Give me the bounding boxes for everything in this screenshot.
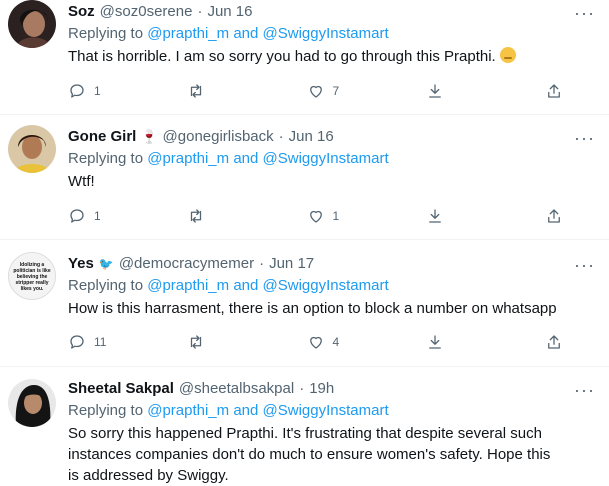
timestamp[interactable]: Jun 16 (207, 2, 252, 22)
like-icon (309, 85, 322, 98)
more-options-icon[interactable]: ··· (574, 4, 595, 22)
retweet-icon (191, 335, 202, 349)
share-icon (548, 84, 560, 98)
mention-links[interactable]: @prapthi_m and @SwiggyInstamart (147, 402, 388, 419)
avatar[interactable]: Idolizing a politician is like believing… (8, 252, 56, 300)
avatar-caption: Idolizing a politician is like believing… (13, 262, 51, 292)
reply-icon (70, 84, 84, 98)
more-options-icon[interactable]: ··· (574, 381, 595, 399)
like-count: 4 (332, 335, 340, 349)
reply-feed: Soz @soz0serene · Jun 16 Replying to @pr… (0, 0, 609, 485)
download-icon (428, 335, 441, 349)
user-handle[interactable]: @sheetalbsakpal (179, 379, 294, 399)
display-name[interactable]: Sheetal Sakpal (68, 379, 174, 399)
tweet-header: Gone Girl 🍷 @gonegirlisback · Jun 16 (68, 127, 597, 147)
tweet[interactable]: Idolizing a politician is like believing… (0, 240, 609, 367)
separator-dot: · (259, 255, 265, 272)
share-button[interactable] (545, 207, 569, 225)
replying-to: Replying to @prapthi_m and @SwiggyInstam… (68, 24, 597, 44)
bird-emoji-icon: 🐦 (98, 257, 114, 271)
like-button[interactable]: 1 (307, 207, 397, 225)
display-name[interactable]: Soz (68, 2, 95, 22)
avatar[interactable] (8, 125, 56, 173)
tweet[interactable]: Soz @soz0serene · Jun 16 Replying to @pr… (0, 0, 609, 115)
share-button[interactable] (545, 82, 569, 100)
like-button[interactable]: 7 (307, 82, 397, 100)
separator-dot: · (197, 3, 203, 20)
replying-to-label: Replying to (68, 150, 144, 167)
like-icon (309, 336, 322, 349)
tweet-actions: 11 4 (68, 333, 569, 351)
reply-count: 11 (94, 335, 107, 349)
separator-dot: · (278, 128, 284, 145)
relieved-face-emoji-icon (499, 47, 516, 63)
download-button[interactable] (426, 207, 516, 225)
reply-count: 1 (94, 84, 101, 98)
replying-to-label: Replying to (68, 25, 144, 42)
like-button[interactable]: 4 (307, 333, 397, 351)
like-count: 7 (332, 84, 340, 98)
tweet-header: Yes 🐦 @democracymemer · Jun 17 (68, 254, 597, 274)
display-name[interactable]: Yes (68, 254, 94, 274)
more-options-icon[interactable]: ··· (574, 129, 595, 147)
like-count: 1 (332, 209, 340, 223)
replying-to: Replying to @prapthi_m and @SwiggyInstam… (68, 149, 597, 169)
replying-to: Replying to @prapthi_m and @SwiggyInstam… (68, 276, 597, 296)
share-icon (548, 335, 560, 349)
like-icon (309, 210, 322, 223)
download-button[interactable] (426, 333, 516, 351)
tweet-text: So sorry this happened Prapthi. It's fru… (68, 425, 551, 484)
tweet-text-body: That is horrible. I am so sorry you had … (68, 48, 496, 65)
share-icon (548, 209, 560, 223)
timestamp[interactable]: 19h (309, 379, 334, 399)
tweet-actions: 1 7 (68, 82, 569, 100)
display-name[interactable]: Gone Girl (68, 127, 136, 147)
replying-to-label: Replying to (68, 277, 144, 294)
reply-button[interactable]: 1 (68, 82, 158, 100)
download-button[interactable] (426, 82, 516, 100)
reply-count: 1 (94, 209, 101, 223)
more-options-icon[interactable]: ··· (574, 256, 595, 274)
retweet-button[interactable] (187, 207, 277, 225)
tweet[interactable]: Sheetal Sakpal @sheetalbsakpal · 19h Rep… (0, 367, 609, 485)
reply-icon (70, 335, 84, 349)
user-handle[interactable]: @soz0serene (100, 2, 193, 22)
download-icon (428, 84, 441, 98)
tweet-header: Sheetal Sakpal @sheetalbsakpal · 19h (68, 379, 597, 399)
reply-button[interactable]: 11 (68, 333, 158, 351)
download-icon (428, 209, 441, 223)
timestamp[interactable]: Jun 16 (289, 127, 334, 147)
mention-links[interactable]: @prapthi_m and @SwiggyInstamart (147, 277, 388, 294)
replying-to-label: Replying to (68, 402, 144, 419)
replying-to: Replying to @prapthi_m and @SwiggyInstam… (68, 401, 597, 421)
wine-glass-emoji-icon: 🍷 (141, 129, 158, 144)
tweet-text: That is horrible. I am so sorry you had … (68, 46, 597, 67)
tweet-header: Soz @soz0serene · Jun 16 (68, 2, 597, 22)
retweet-icon (191, 84, 202, 98)
user-handle[interactable]: @gonegirlisback (163, 127, 274, 147)
tweet-actions: 1 1 (68, 207, 569, 225)
separator-dot: · (299, 380, 305, 397)
retweet-button[interactable] (187, 333, 277, 351)
user-handle[interactable]: @democracymemer (119, 254, 254, 274)
tweet[interactable]: Gone Girl 🍷 @gonegirlisback · Jun 16 Rep… (0, 115, 609, 240)
share-button[interactable] (545, 333, 569, 351)
reply-icon (70, 209, 84, 223)
tweet-text: How is this harrasment, there is an opti… (68, 300, 557, 317)
tweet-text: Wtf! (68, 173, 95, 190)
retweet-icon (191, 209, 202, 223)
mention-links[interactable]: @prapthi_m and @SwiggyInstamart (147, 25, 388, 42)
reply-button[interactable]: 1 (68, 207, 158, 225)
retweet-button[interactable] (187, 82, 277, 100)
mention-links[interactable]: @prapthi_m and @SwiggyInstamart (147, 150, 388, 167)
avatar[interactable] (8, 379, 56, 427)
timestamp[interactable]: Jun 17 (269, 254, 314, 274)
avatar[interactable] (8, 0, 56, 48)
